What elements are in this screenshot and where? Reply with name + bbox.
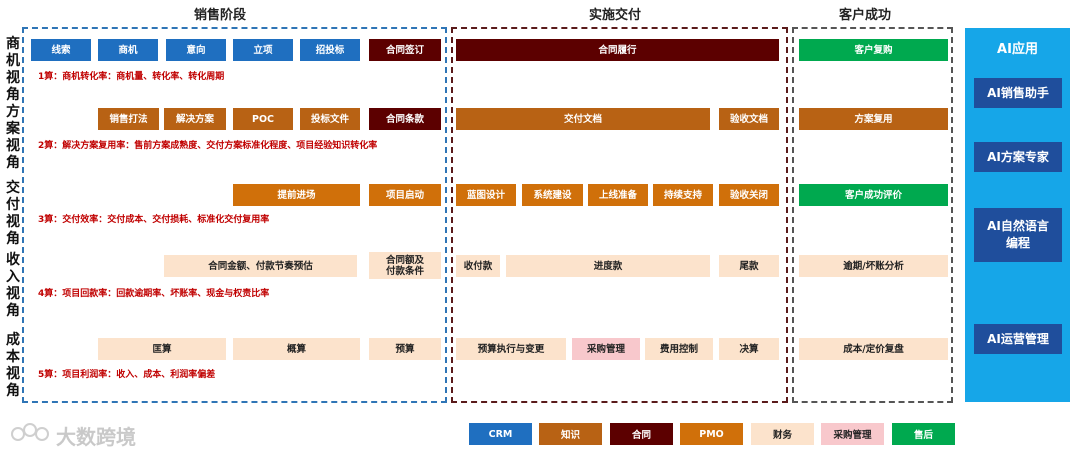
- legend-aftersales: 售后: [892, 423, 955, 445]
- box-poc: POC: [233, 108, 293, 130]
- row-label-text: 收入视角: [6, 252, 20, 319]
- ai-solution-expert-button[interactable]: AI方案专家: [974, 142, 1062, 172]
- box-contract-signing: 合同签订: [369, 39, 441, 61]
- box-intent: 意向: [166, 39, 226, 61]
- box-contract-payment-terms: 合同额及 付款条件: [369, 252, 441, 279]
- watermark: 大数跨境: [10, 420, 136, 450]
- box-budget-estimate: 概算: [233, 338, 360, 360]
- ai-nl-programming-label: AI自然语言 编程: [987, 219, 1049, 250]
- row-label-opportunity: 商机视角: [3, 36, 23, 104]
- box-receipt-payment: 收付款: [456, 255, 500, 277]
- legend-contract: 合同: [610, 423, 673, 445]
- legend-finance: 财务: [751, 423, 814, 445]
- stage-sales-header: 销售阶段: [193, 8, 246, 23]
- watermark-logo-icon: [10, 420, 50, 450]
- note-opportunity: 1算：商机转化率：商机量、转化率、转化周期: [38, 72, 225, 82]
- box-final-payment: 尾款: [719, 255, 779, 277]
- legend-procurement: 采购管理: [821, 423, 884, 445]
- note-delivery: 3算：交付效率：交付成本、交付损耗、标准化交付复用率: [38, 215, 270, 225]
- row-label-text: 方案视角: [6, 104, 20, 171]
- row-label-delivery: 交付视角: [3, 180, 23, 248]
- stage-delivery-header: 实施交付: [588, 8, 641, 23]
- box-acceptance-docs: 验收文档: [719, 108, 779, 130]
- box-budget: 预算: [369, 338, 441, 360]
- legend-pmo: PMO: [680, 423, 743, 445]
- legend-knowledge: 知识: [539, 423, 602, 445]
- box-final-accounts: 决算: [719, 338, 779, 360]
- box-system-build: 系统建设: [522, 184, 583, 206]
- box-contract-terms: 合同条款: [369, 108, 441, 130]
- box-sales-playbook: 销售打法: [98, 108, 159, 130]
- ai-operations-button[interactable]: AI运营管理: [974, 324, 1062, 354]
- box-project-kickoff: 项目启动: [369, 184, 441, 206]
- box-budget-execution: 预算执行与变更: [456, 338, 566, 360]
- note-solution: 2算：解决方案复用率：售前方案成熟度、交付方案标准化程度、项目经验知识转化率: [38, 141, 378, 151]
- note-cost: 5算：项目利润率：收入、成本、利润率偏差: [38, 370, 216, 380]
- box-early-entry: 提前进场: [233, 184, 360, 206]
- box-initiation: 立项: [233, 39, 293, 61]
- box-lead: 线索: [31, 39, 91, 61]
- box-blueprint-design: 蓝图设计: [456, 184, 516, 206]
- ai-nl-programming-button[interactable]: AI自然语言 编程: [974, 208, 1062, 262]
- box-delivery-docs: 交付文档: [456, 108, 710, 130]
- box-rough-estimate: 匡算: [98, 338, 226, 360]
- ai-sales-assistant-button[interactable]: AI销售助手: [974, 78, 1062, 108]
- box-customer-success-eval: 客户成功评价: [799, 184, 948, 206]
- box-go-live-prep: 上线准备: [588, 184, 648, 206]
- box-contract-performance: 合同履行: [456, 39, 779, 61]
- box-expense-control: 费用控制: [645, 338, 713, 360]
- row-label-text: 成本视角: [6, 332, 20, 399]
- box-cost-pricing-review: 成本/定价复盘: [799, 338, 948, 360]
- box-bidding: 招投标: [300, 39, 360, 61]
- legend-crm: CRM: [469, 423, 532, 445]
- box-overdue-bad-debt: 逾期/坏账分析: [799, 255, 948, 277]
- watermark-text: 大数跨境: [56, 424, 136, 449]
- box-ongoing-support: 持续支持: [653, 184, 713, 206]
- box-solution: 解决方案: [164, 108, 226, 130]
- row-label-cost: 成本视角: [3, 332, 23, 400]
- box-solution-reuse: 方案复用: [799, 108, 948, 130]
- box-acceptance-close: 验收关闭: [719, 184, 779, 206]
- row-label-text: 交付视角: [6, 180, 20, 247]
- note-income: 4算：项目回款率：回款逾期率、坏账率、现金与权责比率: [38, 289, 270, 299]
- box-repurchase: 客户复购: [799, 39, 948, 61]
- box-procurement: 采购管理: [572, 338, 640, 360]
- box-contract-amount-estimate: 合同金额、付款节奏预估: [164, 255, 357, 277]
- row-label-solution: 方案视角: [3, 104, 23, 172]
- row-label-text: 商机视角: [6, 36, 20, 103]
- box-bid-document: 投标文件: [300, 108, 360, 130]
- box-opportunity: 商机: [98, 39, 158, 61]
- stage-success-header: 客户成功: [838, 8, 891, 23]
- box-contract-payment-terms-text: 合同额及 付款条件: [385, 254, 424, 277]
- box-progress-payment: 进度款: [506, 255, 710, 277]
- row-label-income: 收入视角: [3, 252, 23, 320]
- ai-panel-title: AI应用: [997, 42, 1038, 57]
